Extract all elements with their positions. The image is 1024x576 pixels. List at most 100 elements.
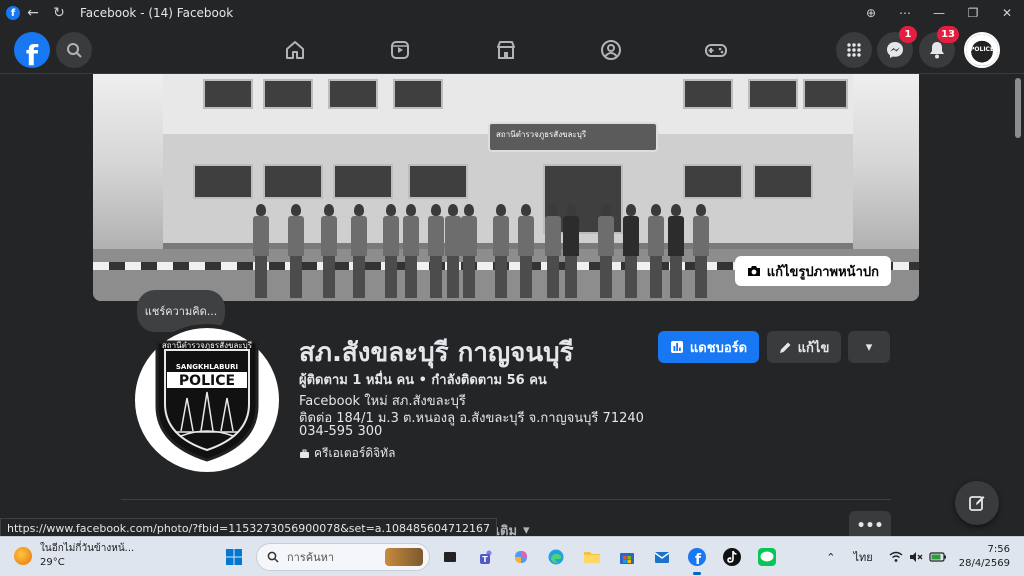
grid-menu-icon [847,43,861,57]
start-button[interactable] [220,543,248,571]
follower-count[interactable]: ผู้ติดตาม 1 หมื่น คน • กำลังติดตาม 56 คน [299,369,547,390]
chevron-down-icon: ▾ [865,339,873,355]
gaming-tab[interactable] [704,38,728,62]
officer-figure [563,204,579,298]
account-avatar[interactable]: POLICE [964,32,1000,68]
teams-button[interactable]: T [472,543,500,571]
reload-button[interactable]: ↻ [46,5,72,21]
minimize-button[interactable]: — [922,6,956,20]
officer-figure [623,204,639,298]
close-button[interactable]: ✕ [990,6,1024,20]
line-app-icon [758,548,776,566]
page-scrollbar[interactable] [1012,74,1024,544]
chevron-up-icon[interactable]: ⌃ [826,551,835,564]
search-icon [67,43,82,58]
mail-icon [654,552,670,563]
officer-figure [493,204,509,298]
pencil-icon [779,342,791,353]
phone-number: 034-595 300 [299,424,383,439]
weather-icon [14,547,32,565]
line-button[interactable] [753,543,781,571]
compose-icon [969,496,985,511]
profile-picture[interactable]: สถานีตำรวจภูธรสังขละบุรี SANGKHLABURI PO… [131,324,283,476]
marketplace-tab[interactable] [494,38,518,62]
back-button[interactable]: ← [20,5,46,21]
taskbar-search[interactable]: การค้นหา [256,543,430,571]
messenger-badge: 1 [899,26,917,43]
profile-header: สถานีตำรวจภูธรสังขละบุรี แก้ไขรูปภาพหน้า… [0,74,1012,544]
ellipsis-icon: ••• [856,518,884,534]
groups-tab[interactable] [599,38,623,62]
home-icon [286,41,304,59]
restore-button[interactable]: ❐ [956,6,990,20]
camera-icon [747,266,760,276]
outlook-button[interactable] [648,543,676,571]
more-actions-dropdown[interactable]: ▾ [848,331,890,363]
teams-icon: T [480,550,492,564]
edge-button[interactable] [542,543,570,571]
zoom-icon[interactable]: ⊕ [854,6,888,20]
profile-page: สถานีตำรวจภูธรสังขละบุรี แก้ไขรูปภาพหน้า… [0,74,1024,544]
task-view-icon [444,552,456,562]
header-divider [121,499,891,500]
officer-figure [668,204,684,298]
copilot-button[interactable] [507,543,535,571]
officer-figure [445,204,461,298]
new-message-button[interactable] [955,481,999,525]
gaming-icon [705,44,727,57]
copilot-icon [515,551,527,563]
speaker-muted-icon[interactable] [909,551,923,563]
briefcase-icon [300,449,309,458]
store-button[interactable] [613,543,641,571]
home-tab[interactable] [283,38,307,62]
folder-icon [584,552,600,563]
edge-icon [548,549,564,565]
search-icon [267,551,279,563]
svg-text:สถานีตำรวจภูธรสังขละบุรี: สถานีตำรวจภูธรสังขละบุรี [162,341,253,351]
officer-figure [598,204,614,298]
officer-figure [461,204,477,298]
windows-taskbar: ในอีกไม่กี่วันข้างหน้... 29°C การค้นหา T [0,536,1024,576]
status-bar-url: https://www.facebook.com/photo/?fbid=115… [0,518,498,538]
task-view-button[interactable] [436,543,464,571]
input-language[interactable]: ไทย [853,548,872,566]
battery-icon[interactable] [929,551,947,563]
marketplace-icon [497,41,515,59]
station-sign: สถานีตำรวจภูธรสังขละบุรี [488,122,658,152]
dashboard-button[interactable]: แดชบอร์ด [658,331,759,363]
messenger-button[interactable]: 1 [877,26,917,68]
weather-widget[interactable]: ในอีกไม่กี่วันข้างหน้... 29°C [14,542,134,570]
edit-cover-button[interactable]: แก้ไขรูปภาพหน้าปก [734,256,891,286]
officer-figure [518,204,534,298]
officer-figure [648,204,664,298]
facebook-tab-icon: f [6,6,20,20]
officer-figure [545,204,561,298]
cover-photo[interactable]: สถานีตำรวจภูธรสังขละบุรี แก้ไขรูปภาพหน้า… [93,74,919,301]
officer-figure [428,204,444,298]
groups-icon [601,40,621,60]
svg-text:SANGKHLABURI: SANGKHLABURI [176,363,238,371]
file-explorer-button[interactable] [578,543,606,571]
tiktok-button[interactable] [718,543,746,571]
facebook-logo[interactable]: f [14,32,50,68]
officer-figure [253,204,269,298]
facebook-taskbar-button[interactable]: f [683,543,711,575]
dashboard-icon [670,341,683,353]
messenger-icon [887,42,903,58]
video-icon [391,41,409,59]
menu-button[interactable] [836,32,872,68]
notifications-badge: 13 [937,26,959,43]
police-shield-logo: สถานีตำรวจภูธรสังขละบุรี SANGKHLABURI PO… [155,340,259,462]
video-tab[interactable] [388,38,412,62]
browser-title-bar: f ← ↻ Facebook - (14) Facebook ⊕ ⋯ — ❐ ✕ [0,0,1024,26]
system-tray: ⌃ ไทย 7:56 28/4/2569 [826,537,1024,576]
officer-figure [403,204,419,298]
more-options-icon[interactable]: ⋯ [888,6,922,20]
tiktok-icon [723,548,741,566]
wifi-icon[interactable] [889,551,903,563]
edit-profile-button[interactable]: แก้ไข [767,331,841,363]
svg-text:T: T [482,555,488,564]
notifications-button[interactable]: 13 [919,26,959,68]
search-button[interactable] [56,32,92,68]
clock[interactable]: 7:56 28/4/2569 [959,543,1010,571]
